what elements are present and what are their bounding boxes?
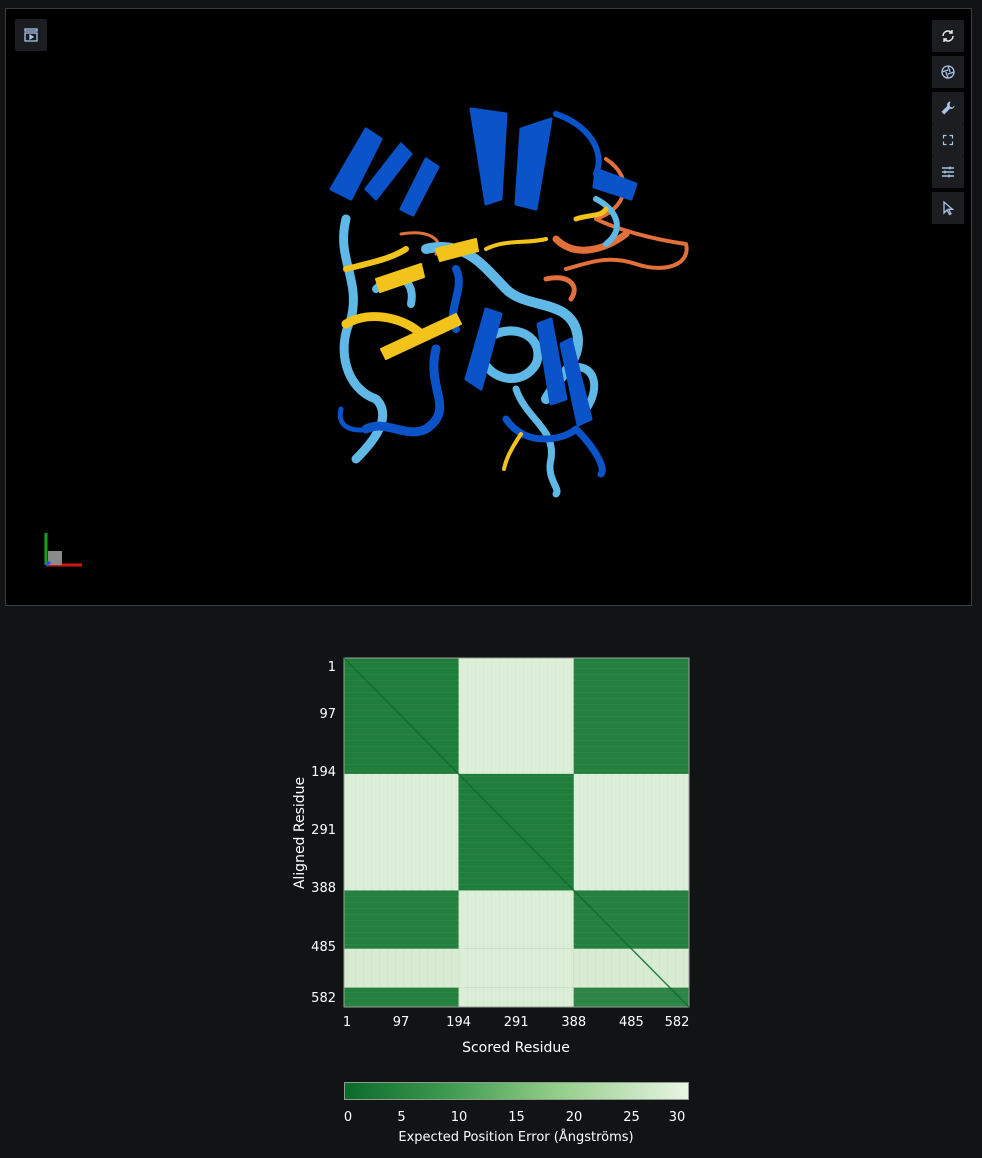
pae-heatmap-layer <box>343 657 690 1008</box>
colorbar-tick-label: 25 <box>623 1110 640 1125</box>
y-tick-label: 1 <box>327 660 336 675</box>
colorbar-tick-label: 20 <box>565 1110 583 1125</box>
heatmap-block-texture-8 <box>573 890 689 949</box>
heatmap-block-texture-7 <box>458 890 574 949</box>
x-tick-label: 485 <box>618 1015 644 1030</box>
colorbar-tick-label: 15 <box>508 1110 525 1125</box>
y-tick-label: 582 <box>311 991 336 1006</box>
heatmap-block-texture-3 <box>344 773 459 891</box>
heatmap-block-texture-14 <box>573 987 689 1007</box>
heatmap-block-texture-12 <box>344 987 459 1007</box>
colorbar-tick-label: 5 <box>397 1110 406 1125</box>
colorbar-tick-label: 10 <box>450 1110 468 1125</box>
colorbar <box>344 1082 689 1100</box>
x-tick-label: 388 <box>561 1015 587 1030</box>
colorbar-label: Expected Position Error (Ångströms) <box>398 1130 634 1145</box>
y-tick-label: 97 <box>319 706 336 722</box>
x-tick-label: 1 <box>342 1015 352 1030</box>
y-tick-label: 485 <box>311 939 336 955</box>
colorbar-tick-label: 0 <box>343 1110 353 1125</box>
heatmap-block-texture-10 <box>458 948 574 988</box>
colorbar-tick-label: 30 <box>668 1110 686 1125</box>
heatmap-block-texture-9 <box>344 948 459 988</box>
x-tick-label: 291 <box>503 1015 529 1030</box>
y-axis-label: Aligned Residue <box>292 776 308 890</box>
x-tick-label: 97 <box>392 1015 410 1030</box>
heatmap-block-texture-1 <box>458 658 574 774</box>
x-axis-label: Scored Residue <box>462 1040 570 1056</box>
heatmap-block-texture-13 <box>458 987 574 1007</box>
x-tick-label: 194 <box>446 1015 472 1030</box>
heatmap-block-texture-5 <box>573 773 689 891</box>
heatmap-block-texture-6 <box>344 890 459 949</box>
x-tick-label: 582 <box>664 1015 690 1030</box>
heatmap-block-texture-11 <box>573 948 689 988</box>
heatmap-block-texture-2 <box>573 658 689 774</box>
